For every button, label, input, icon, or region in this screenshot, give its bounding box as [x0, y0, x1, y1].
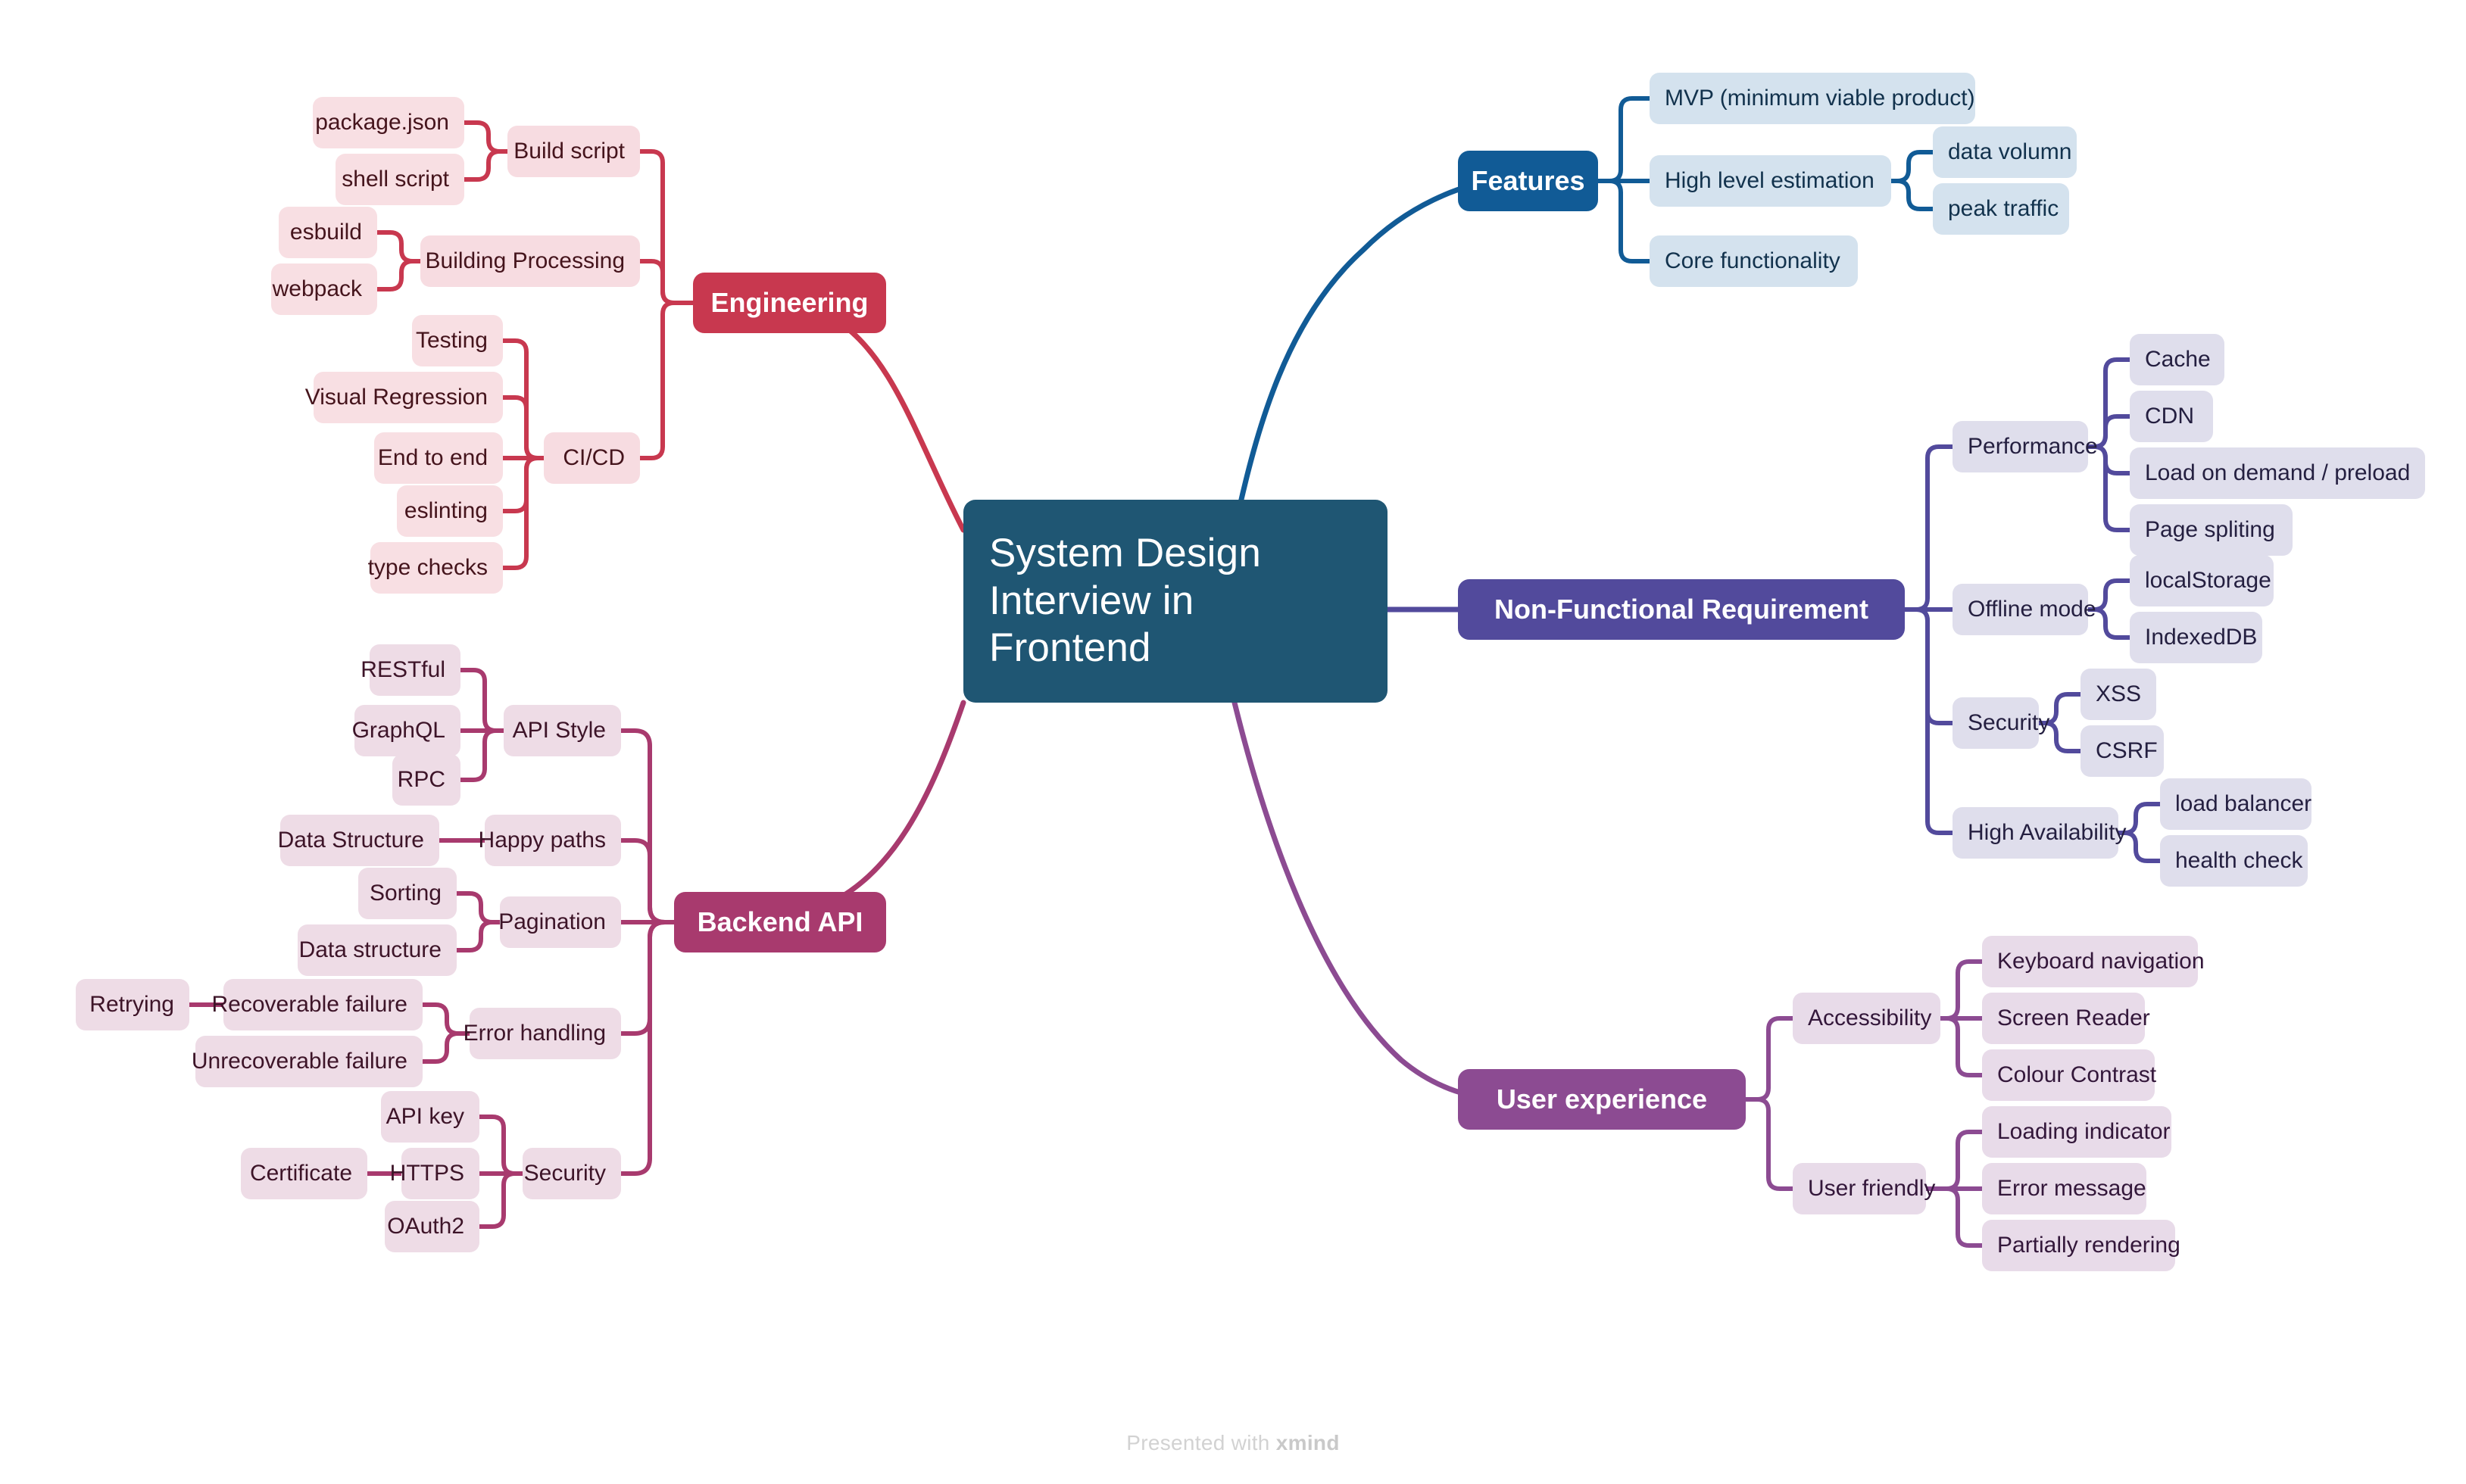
- node-mvp[interactable]: MVP (minimum viable product): [1650, 73, 1975, 124]
- branch-features[interactable]: Features: [1458, 151, 1598, 211]
- node-screen-reader[interactable]: Screen Reader: [1982, 993, 2150, 1044]
- node-end-to-end[interactable]: End to end: [374, 432, 503, 484]
- node-peak-traffic[interactable]: peak traffic: [1933, 183, 2069, 235]
- mindmap-canvas: System Design Interview in Frontend Engi…: [0, 0, 2466, 1484]
- node-keyboard-navigation[interactable]: Keyboard navigation: [1982, 936, 2205, 987]
- node-colour-contrast[interactable]: Colour Contrast: [1982, 1049, 2156, 1101]
- node-csrf[interactable]: CSRF: [2080, 725, 2164, 777]
- node-api-style[interactable]: API Style: [504, 705, 621, 756]
- node-retrying[interactable]: Retrying: [76, 979, 189, 1030]
- root-line-3: Frontend: [989, 625, 1151, 671]
- footer-brand: xmind: [1275, 1431, 1340, 1454]
- root-line-1: System Design: [989, 531, 1262, 576]
- node-cicd[interactable]: CI/CD: [544, 432, 640, 484]
- node-happy-paths[interactable]: Happy paths: [479, 815, 621, 866]
- footer-attribution: Presented with xmind: [0, 1431, 2466, 1455]
- node-webpack[interactable]: webpack: [271, 263, 377, 315]
- node-loading-indicator[interactable]: Loading indicator: [1982, 1106, 2171, 1158]
- node-building-processing[interactable]: Building Processing: [420, 235, 640, 287]
- node-unrecoverable-failure[interactable]: Unrecoverable failure: [192, 1036, 423, 1087]
- node-nfr-security[interactable]: Security: [1953, 697, 2049, 749]
- node-api-key[interactable]: API key: [381, 1091, 479, 1143]
- node-high-availability[interactable]: High Availability: [1953, 807, 2127, 859]
- root-line-2: Interview in: [989, 578, 1194, 623]
- node-partially-rendering[interactable]: Partially rendering: [1982, 1220, 2180, 1271]
- node-pagination[interactable]: Pagination: [498, 896, 621, 948]
- node-visual-regression[interactable]: Visual Regression: [305, 372, 503, 423]
- node-testing[interactable]: Testing: [412, 315, 503, 366]
- node-recoverable-failure[interactable]: Recoverable failure: [212, 979, 423, 1030]
- node-high-level-estimation[interactable]: High level estimation: [1650, 155, 1891, 207]
- node-rpc[interactable]: RPC: [392, 754, 460, 806]
- node-https[interactable]: HTTPS: [390, 1148, 479, 1199]
- node-data-structure-happy-paths[interactable]: Data Structure: [278, 815, 439, 866]
- node-user-friendly[interactable]: User friendly: [1793, 1163, 1935, 1214]
- node-load-on-demand-preload[interactable]: Load on demand / preload: [2130, 447, 2425, 499]
- node-restful[interactable]: RESTful: [361, 644, 460, 696]
- node-xss[interactable]: XSS: [2080, 669, 2156, 720]
- node-localstorage[interactable]: localStorage: [2130, 555, 2274, 606]
- node-type-checks[interactable]: type checks: [368, 542, 503, 594]
- node-core-functionality[interactable]: Core functionality: [1650, 235, 1858, 287]
- node-sorting[interactable]: Sorting: [358, 868, 457, 919]
- node-page-spliting[interactable]: Page spliting: [2130, 504, 2293, 556]
- node-accessibility[interactable]: Accessibility: [1793, 993, 1940, 1044]
- node-load-balancer[interactable]: load balancer: [2160, 778, 2311, 830]
- node-oauth2[interactable]: OAuth2: [385, 1201, 479, 1252]
- node-indexeddb[interactable]: IndexedDB: [2130, 612, 2262, 663]
- node-data-structure-pagination[interactable]: Data structure: [298, 924, 457, 976]
- root-node[interactable]: System Design Interview in Frontend: [963, 500, 1388, 703]
- branch-non-functional-requirement[interactable]: Non-Functional Requirement: [1458, 579, 1905, 640]
- node-package-json[interactable]: package.json: [313, 97, 464, 148]
- node-eslinting[interactable]: eslinting: [397, 485, 503, 537]
- node-cdn[interactable]: CDN: [2130, 391, 2213, 442]
- node-shell-script[interactable]: shell script: [336, 154, 464, 205]
- branch-user-experience[interactable]: User experience: [1458, 1069, 1746, 1130]
- node-error-handling[interactable]: Error handling: [464, 1008, 621, 1059]
- footer-prefix: Presented with: [1126, 1431, 1276, 1454]
- node-be-security[interactable]: Security: [523, 1148, 621, 1199]
- node-data-volumn[interactable]: data volumn: [1933, 126, 2077, 178]
- node-health-check[interactable]: health check: [2160, 835, 2308, 887]
- node-offline-mode[interactable]: Offline mode: [1953, 584, 2096, 635]
- node-esbuild[interactable]: esbuild: [279, 207, 377, 258]
- node-error-message[interactable]: Error message: [1982, 1163, 2146, 1214]
- branch-engineering[interactable]: Engineering: [693, 273, 886, 333]
- node-build-script[interactable]: Build script: [507, 126, 640, 177]
- node-certificate[interactable]: Certificate: [241, 1148, 367, 1199]
- node-cache[interactable]: Cache: [2130, 334, 2224, 385]
- node-performance[interactable]: Performance: [1953, 421, 2098, 472]
- branch-backend-api[interactable]: Backend API: [674, 892, 886, 952]
- node-graphql[interactable]: GraphQL: [352, 705, 460, 756]
